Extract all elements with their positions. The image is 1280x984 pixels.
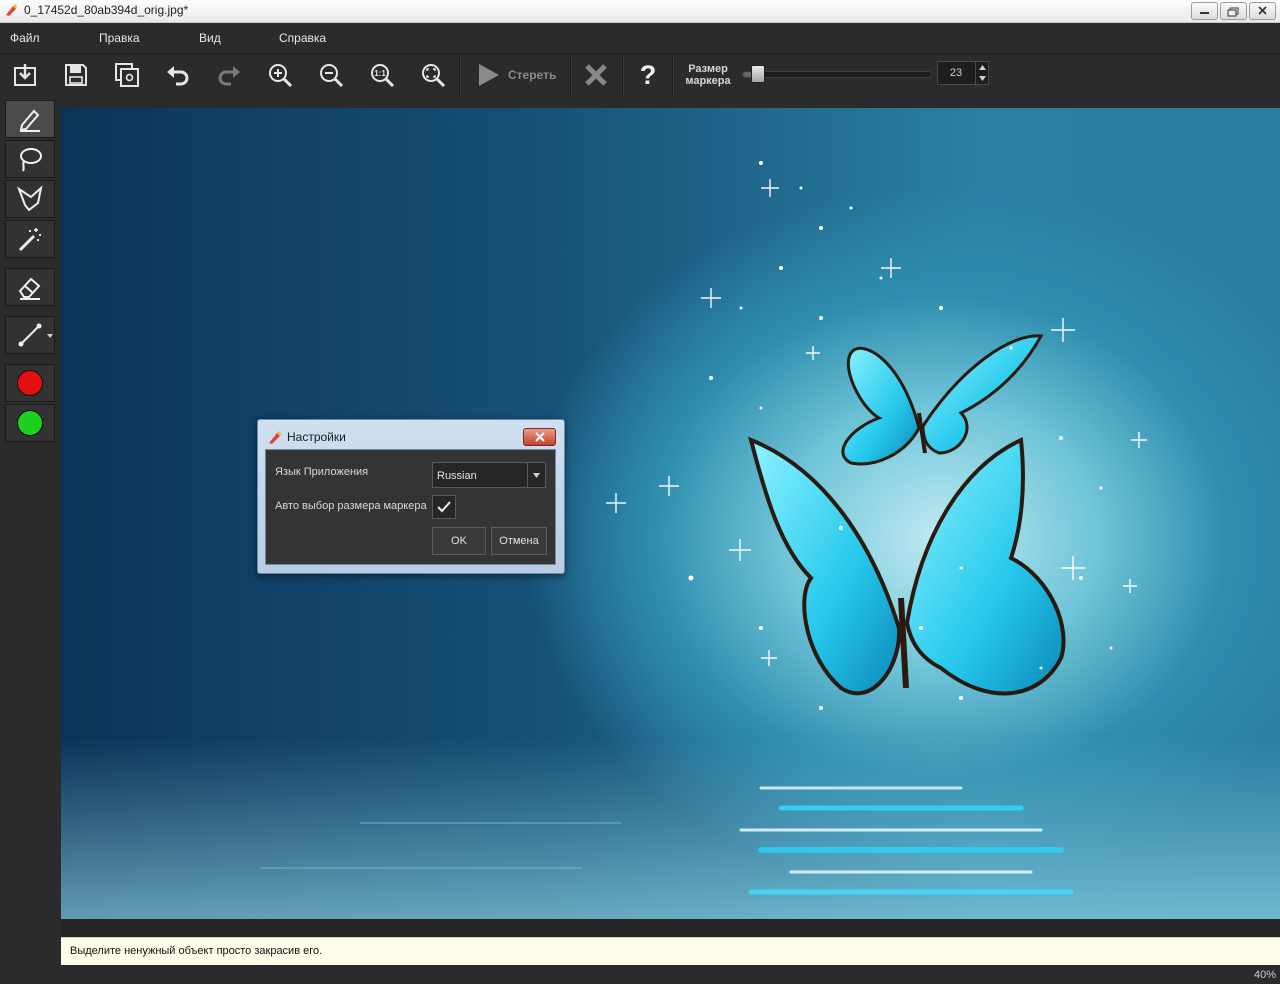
canvas-scroll-area[interactable] [61,919,1280,937]
save-as-icon [115,63,139,87]
open-button[interactable] [7,58,43,92]
dialog-body: Язык Приложения Russian Авто выбор разме… [265,449,556,565]
marker-size-slider[interactable] [742,71,932,78]
spin-down-button[interactable] [976,73,989,84]
butterfly-image [61,161,1280,919]
tool-marker[interactable] [5,100,55,138]
help-button[interactable]: ? [630,58,666,92]
zoom-actual-button[interactable]: 1:1 [364,58,400,92]
marker-size-spinbox[interactable]: 23 [937,61,989,85]
ok-button[interactable]: OK [432,527,486,555]
status-bar: Выделите ненужный объект просто закрасив… [61,937,1280,965]
tool-line[interactable] [5,316,55,354]
menu-view[interactable]: Вид [199,31,221,45]
spin-up-button[interactable] [976,62,989,73]
zoom-out-button[interactable] [313,58,349,92]
settings-dialog: Настройки Язык Приложения Russian Авто в… [257,419,565,574]
menu-help[interactable]: Справка [279,31,326,45]
dialog-close-button[interactable] [523,428,556,446]
open-icon [14,64,36,86]
chevron-down-icon[interactable] [47,334,53,338]
zoom-level: 40% [1253,969,1276,981]
minimize-button[interactable] [1191,2,1218,20]
zoom-fit-button[interactable] [415,58,451,92]
menu-edit[interactable]: Правка [99,31,140,45]
svg-text:1:1: 1:1 [374,69,386,78]
marker-size-label-line2: маркера [685,75,731,87]
checkmark-icon [437,501,451,513]
toolbar: 1:1 Стереть ? Размер маркера [0,53,1280,97]
color-red-swatch[interactable] [5,364,55,402]
zoom-in-button[interactable] [262,58,298,92]
magic-wand-icon [18,228,41,252]
marker-size-label-line1: Размер [688,63,728,75]
chevron-down-icon [979,76,986,81]
auto-marker-label: Авто выбор размера маркера [275,500,427,512]
eraser-icon [18,277,41,300]
close-button[interactable] [1249,2,1276,20]
window-title: 0_17452d_80ab394d_orig.jpg* [24,3,189,17]
undo-icon [167,66,189,86]
undo-button[interactable] [160,58,196,92]
title-bar: 0_17452d_80ab394d_orig.jpg* [0,0,1280,23]
cancel-dialog-button[interactable]: Отмена [491,527,547,555]
marker-pen-icon [19,109,40,132]
zoom-actual-icon: 1:1 [371,64,395,88]
save-button[interactable] [58,58,94,92]
menu-file[interactable]: Файл [10,31,40,45]
language-dropdown-button[interactable] [527,463,545,487]
redo-button[interactable] [211,58,247,92]
line-icon [18,323,42,347]
redo-icon [218,66,240,86]
tool-eraser[interactable] [5,268,55,306]
tool-lasso[interactable] [5,140,55,178]
tool-magic-wand[interactable] [5,220,55,258]
menu-bar: Файл Правка Вид Справка [0,23,1280,53]
erase-label[interactable]: Стереть [508,68,556,82]
slider-thumb[interactable] [750,65,765,83]
red-dot [17,370,43,396]
maximize-button[interactable] [1220,2,1247,20]
green-dot [17,410,43,436]
restore-icon [1227,7,1239,17]
marker-size-label: Размер маркера [681,63,735,87]
cancel-button[interactable] [578,58,614,92]
x-icon [585,64,607,86]
minimize-icon [1200,12,1209,14]
auto-marker-checkbox[interactable] [432,495,456,519]
save-icon [65,64,87,86]
polygon-lasso-icon [16,185,43,212]
app-icon [269,431,282,444]
close-icon [534,432,545,442]
tool-polygon-lasso[interactable] [5,180,55,218]
marker-size-value[interactable]: 23 [938,62,974,84]
help-icon: ? [639,59,657,90]
play-icon [479,64,499,86]
app-icon [6,4,17,16]
close-icon [1258,6,1267,15]
zoom-in-icon [269,64,293,88]
status-message: Выделите ненужный объект просто закрасив… [70,945,323,957]
language-value: Russian [437,470,477,482]
image-canvas[interactable] [61,108,1280,919]
dialog-title: Настройки [287,430,346,444]
chevron-down-icon [533,472,540,478]
language-select[interactable]: Russian [432,462,546,488]
chevron-up-icon [979,65,986,70]
tool-palette [0,96,61,984]
zoom-out-icon [320,64,344,88]
language-label: Язык Приложения [275,466,369,478]
zoom-fit-icon [422,64,446,88]
color-green-swatch[interactable] [5,404,55,442]
save-as-button[interactable] [109,58,145,92]
lasso-icon [20,148,42,172]
erase-play-button[interactable] [470,58,506,92]
